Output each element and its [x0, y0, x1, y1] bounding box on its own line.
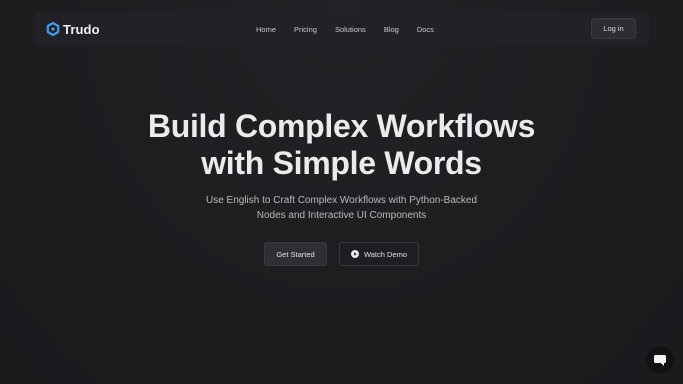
chat-bubble-icon: [654, 354, 666, 366]
brand-logo[interactable]: Trudo: [46, 21, 100, 37]
login-button[interactable]: Log in: [591, 18, 636, 39]
navbar: Trudo Home Pricing Solutions Blog Docs L…: [35, 12, 649, 46]
hero-subtitle-line2: Nodes and Interactive UI Components: [256, 210, 427, 221]
page: Trudo Home Pricing Solutions Blog Docs L…: [0, 0, 683, 384]
nav-links: Home Pricing Solutions Blog Docs: [256, 12, 434, 46]
nav-link-home[interactable]: Home: [256, 25, 276, 34]
brand-name: Trudo: [63, 21, 100, 37]
get-started-button[interactable]: Get Started: [264, 242, 327, 266]
hero-subtitle-line1: Use English to Craft Complex Workflows w…: [205, 195, 478, 206]
nav-link-pricing[interactable]: Pricing: [294, 25, 317, 34]
hero-title: Build Complex Workflows with Simple Word…: [0, 108, 683, 182]
hero-title-line2: with Simple Words: [201, 145, 482, 181]
cta-buttons: Get Started Watch Demo: [264, 242, 419, 266]
watch-demo-button[interactable]: Watch Demo: [339, 242, 419, 266]
nav-link-docs[interactable]: Docs: [417, 25, 434, 34]
nav-link-blog[interactable]: Blog: [384, 25, 399, 34]
hero-title-line1: Build Complex Workflows: [147, 108, 536, 144]
hero-subtitle: Use English to Craft Complex Workflows w…: [0, 193, 683, 223]
nav-link-solutions[interactable]: Solutions: [335, 25, 366, 34]
play-circle-icon: [350, 250, 359, 258]
watch-demo-label: Watch Demo: [363, 249, 408, 259]
chat-widget-button[interactable]: [646, 346, 674, 374]
hexagon-logo-icon: [46, 22, 60, 36]
